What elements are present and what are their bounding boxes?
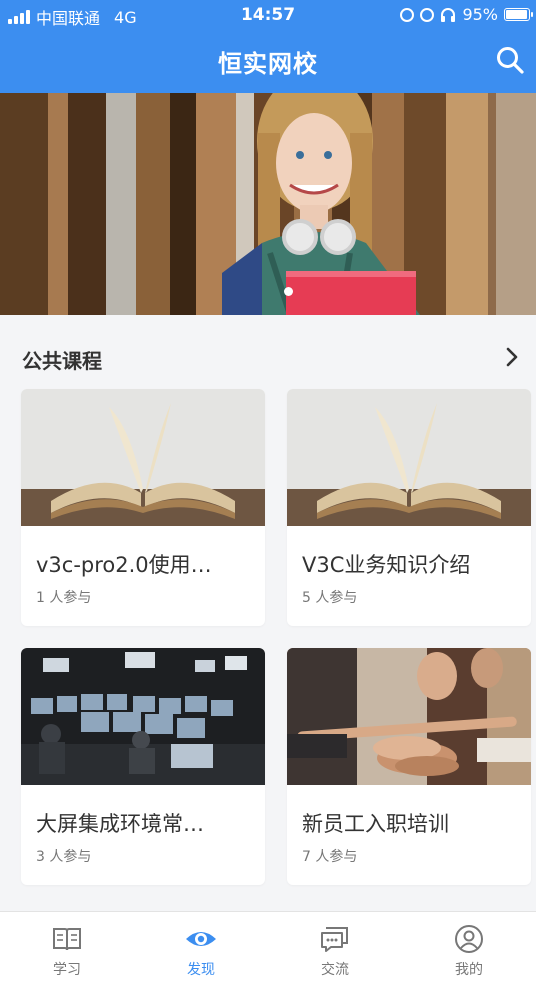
battery-percent: 95% [462,5,498,24]
participant-count: 7 人参与 [302,849,358,865]
headphones-icon [441,7,456,22]
course-thumbnail [287,389,531,526]
carousel-indicator[interactable] [284,287,293,296]
course-title: V3C业务知识介绍 [302,553,471,577]
eye-icon [186,932,216,946]
course-card[interactable]: 新员工入职培训 7 人参与 [287,648,531,885]
tab-label: 我的 [455,962,483,978]
participant-count: 5 人参与 [302,590,358,606]
status-bar: 中国联通 4G 14:57 95% [0,0,536,30]
page-title: 恒实网校 [218,50,318,78]
tab-label: 交流 [321,962,349,978]
tab-label: 发现 [187,962,215,978]
tab-chat[interactable]: 交流 [268,912,402,984]
participant-count: 3 人参与 [36,849,92,865]
top-bar: 中国联通 4G 14:57 95% 恒实网校 [0,0,536,93]
tab-label: 学习 [53,962,81,978]
chevron-right-icon[interactable] [498,343,526,371]
orientation-lock-icon [400,7,415,22]
section-header: 公共课程 [0,315,536,387]
course-thumbnail [287,648,531,785]
battery-icon [504,8,533,21]
open-book-image [21,389,265,526]
banner-image [0,93,536,315]
course-title: 新员工入职培训 [302,812,449,836]
tab-me[interactable]: 我的 [402,912,536,984]
banner-carousel[interactable] [0,93,536,315]
course-title: 大屏集成环境常… [36,812,204,836]
chat-icon [321,927,348,952]
book-icon [53,928,81,951]
search-icon[interactable] [494,44,526,76]
alarm-icon [420,7,435,22]
course-thumbnail [21,389,265,526]
course-card[interactable]: 大屏集成环境常… 3 人参与 [21,648,265,885]
course-card[interactable]: v3c-pro2.0使用… 1 人参与 [21,389,265,626]
control-room-image [21,648,265,785]
team-hands-image [287,648,531,785]
tab-discover[interactable]: 发现 [134,912,268,984]
course-title: v3c-pro2.0使用… [36,553,212,577]
bottom-tab-bar: 学习 发现 交流 我的 [0,911,536,984]
course-card[interactable]: V3C业务知识介绍 5 人参与 [287,389,531,626]
open-book-image [287,389,531,526]
course-thumbnail [21,648,265,785]
section-title: 公共课程 [22,349,102,373]
participant-count: 1 人参与 [36,590,92,606]
user-icon [455,925,483,953]
tab-study[interactable]: 学习 [0,912,134,984]
